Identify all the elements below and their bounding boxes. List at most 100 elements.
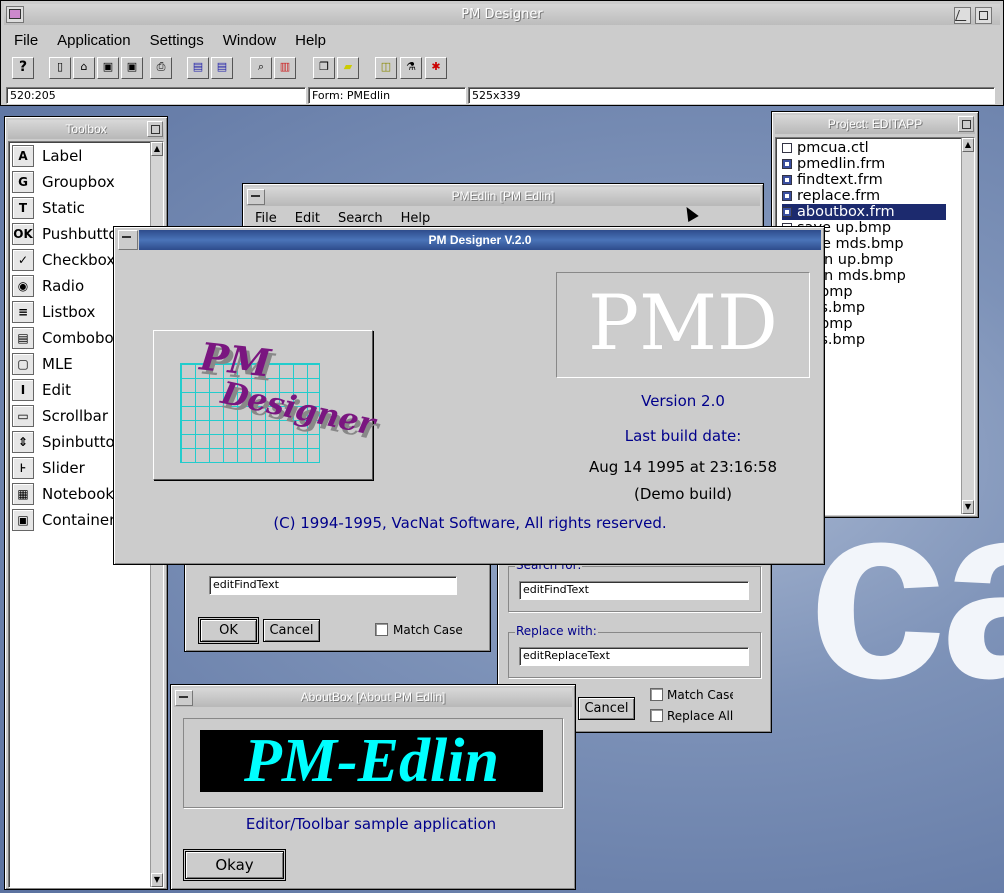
find-cancel-button[interactable]: Cancel — [263, 619, 320, 642]
toolbox-item-groupbox[interactable]: G Groupbox — [9, 169, 159, 195]
toolbox-item-label: MLE — [42, 355, 73, 373]
find-ok-button[interactable]: OK — [198, 617, 259, 644]
toolbox-item-label: Slider — [42, 459, 85, 477]
replace-cancel-button[interactable]: Cancel — [578, 697, 635, 720]
new-icon[interactable]: ▯ — [49, 57, 71, 79]
project-item[interactable]: findtext.frm — [782, 172, 883, 188]
search-for-field[interactable]: editFindText — [519, 581, 749, 600]
flask-icon[interactable]: ⚗ — [400, 57, 422, 79]
about-dialog: PM Designer V.2.0 PM Designer PMD Versio… — [113, 226, 825, 565]
status-coords: 520:205 — [6, 87, 306, 104]
toolbox-item-label: Label — [42, 147, 83, 165]
help-icon[interactable]: ? — [12, 57, 34, 79]
spinbutton-tool-icon: ⇕ — [12, 431, 34, 453]
container-tool-icon: ▣ — [12, 509, 34, 531]
save-all-icon[interactable]: ▣ — [121, 57, 143, 79]
toolbox-item-static[interactable]: T Static — [9, 195, 159, 221]
project-item[interactable]: aboutbox.frm — [782, 204, 946, 220]
print-icon[interactable]: ⎙ — [150, 57, 172, 79]
aboutbox-system-menu-icon[interactable] — [175, 690, 193, 706]
scroll-down-arrow-icon[interactable]: ▼ — [962, 500, 974, 514]
version-text: Version 2.0 — [641, 392, 725, 410]
menu-bar: File Application Settings Window Help — [14, 31, 345, 51]
bug-icon[interactable]: ✱ — [425, 57, 447, 79]
open-icon[interactable]: ⌂ — [73, 57, 95, 79]
aboutbox-banner-text: PM-Edlin — [244, 730, 499, 792]
project-item[interactable]: pmcua.ctl — [782, 140, 869, 156]
menu-window[interactable]: Window — [223, 32, 276, 49]
status-size-text: 525x339 — [472, 89, 521, 102]
copy-icon[interactable]: ❐ — [313, 57, 335, 79]
app-system-icon[interactable] — [6, 6, 24, 23]
save-icon[interactable]: ▣ — [97, 57, 119, 79]
pmd-banner: PMD — [556, 272, 810, 378]
form-file-icon — [782, 159, 792, 169]
toolbox-item-label: Spinbutton — [42, 433, 125, 451]
groupbox-tool-icon: G — [12, 171, 34, 193]
project-title: Project: EDITAPP — [827, 117, 923, 131]
static-tool-icon: T — [12, 197, 34, 219]
find-text-value: editFindText — [213, 578, 279, 591]
scroll-up-arrow-icon[interactable]: ▲ — [151, 142, 163, 156]
paste-icon[interactable]: ▰ — [337, 57, 359, 79]
pmedlin-menu-search[interactable]: Search — [338, 211, 383, 226]
about-title: PM Designer V.2.0 — [428, 233, 532, 247]
project-minimize-button[interactable] — [958, 116, 974, 132]
form-run-icon[interactable]: ▤ — [187, 57, 209, 79]
build-date: Aug 14 1995 at 23:16:58 — [588, 458, 778, 476]
menu-application[interactable]: Application — [57, 32, 130, 49]
search-for-group: Search for: editFindText — [508, 558, 761, 612]
toolbox-item-label: Checkbox — [42, 251, 116, 269]
pmedlin-menu-edit[interactable]: Edit — [295, 211, 320, 226]
toolbox-item-label: Static — [42, 199, 85, 217]
pushbutton-tool-icon: OK — [12, 223, 34, 245]
find-match-case-label: Match Case — [393, 623, 463, 637]
toolbox-item-label: Radio — [42, 277, 85, 295]
pmedlin-menu-help[interactable]: Help — [401, 211, 431, 226]
project-item[interactable]: replace.frm — [782, 188, 880, 204]
scroll-up-arrow-icon[interactable]: ▲ — [962, 138, 974, 152]
aboutbox-banner: PM-Edlin — [200, 730, 543, 792]
replace-with-field[interactable]: editReplaceText — [519, 647, 749, 666]
pmedlin-menu-file[interactable]: File — [255, 211, 277, 226]
status-form-text: Form: PMEdlin — [312, 89, 391, 102]
toolbox-minimize-button[interactable] — [147, 121, 163, 137]
search-for-value: editFindText — [523, 583, 589, 596]
toolbox-item-label: Edit — [42, 381, 72, 399]
scroll-down-arrow-icon[interactable]: ▼ — [151, 873, 163, 887]
toolbox-item-label[interactable]: A Label — [9, 143, 159, 169]
find-icon[interactable]: ⌕ — [250, 57, 272, 79]
status-form: Form: PMEdlin — [308, 87, 466, 104]
okay-button[interactable]: Okay — [183, 849, 286, 881]
control-file-icon — [782, 143, 792, 153]
toolbox-item-label: Listbox — [42, 303, 96, 321]
replace-with-label: Replace with: — [515, 624, 598, 638]
project-scrollbar[interactable]: ▲ ▼ — [961, 138, 974, 514]
about-titlebar: PM Designer V.2.0 — [139, 230, 821, 250]
test-icon[interactable]: ◫ — [375, 57, 397, 79]
menu-file[interactable]: File — [14, 32, 38, 49]
find-cancel-label: Cancel — [269, 623, 314, 638]
form-test-icon[interactable]: ▤ — [211, 57, 233, 79]
toolbox-titlebar: Toolbox — [8, 120, 164, 139]
maximize-button[interactable] — [975, 7, 992, 24]
replace-with-value: editReplaceText — [523, 649, 610, 662]
find-match-case-checkbox[interactable] — [375, 623, 388, 636]
replace-all-checkbox[interactable] — [650, 709, 663, 722]
about-system-menu-icon[interactable] — [118, 230, 138, 250]
menu-settings[interactable]: Settings — [150, 32, 204, 49]
pmedlin-system-menu-icon[interactable] — [247, 189, 265, 205]
project-item[interactable]: pmedlin.frm — [782, 156, 885, 172]
pmedlin-title: PMEdlin [PM Edlin] — [451, 189, 555, 203]
aboutbox-window: AboutBox [About PM Edlin] PM-Edlin Edito… — [170, 684, 576, 890]
minimize-button[interactable] — [954, 7, 971, 24]
find-text-field[interactable]: editFindText — [209, 576, 457, 595]
aboutbox-subtitle: Editor/Toolbar sample application — [245, 815, 497, 833]
properties-icon[interactable]: ▥ — [274, 57, 296, 79]
replace-match-case-checkbox[interactable] — [650, 688, 663, 701]
toolbox-item-label: Container — [42, 511, 116, 529]
project-item-label: pmcua.ctl — [797, 140, 869, 156]
menu-help[interactable]: Help — [295, 32, 326, 49]
checkbox-tool-icon: ✓ — [12, 249, 34, 271]
mle-tool-icon: ▢ — [12, 353, 34, 375]
